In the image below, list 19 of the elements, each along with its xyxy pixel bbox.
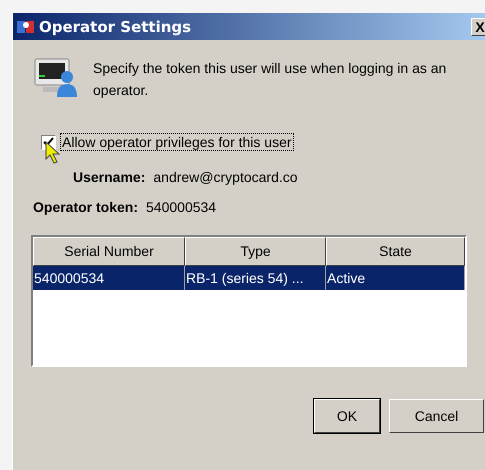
table-cell: Active: [326, 266, 465, 290]
operator-token-value: 540000534: [146, 199, 216, 215]
username-label: Username:: [73, 169, 146, 185]
description-text: Specify the token this user will use when logging in as an operator.: [93, 59, 448, 100]
window-title: Operator Settings: [39, 18, 192, 36]
table-cell: 540000534: [33, 266, 185, 290]
checkbox-label[interactable]: Allow operator privileges for this user: [60, 133, 294, 151]
username-value: andrew@cryptocard.co: [153, 169, 298, 185]
cancel-button[interactable]: Cancel: [389, 399, 484, 433]
close-button[interactable]: X: [471, 18, 485, 36]
operator-token-label: Operator token:: [33, 199, 138, 215]
column-header[interactable]: State: [326, 237, 465, 266]
table-cell: RB-1 (series 54) ...: [185, 266, 326, 290]
mouse-cursor-icon: [45, 141, 63, 165]
table-row[interactable]: 540000534 RB-1 (series 54) ... Active: [33, 266, 465, 290]
column-header[interactable]: Serial Number: [33, 237, 185, 266]
computer-user-icon: [33, 57, 77, 97]
column-header[interactable]: Type: [185, 237, 326, 266]
ok-button[interactable]: OK: [314, 399, 380, 433]
